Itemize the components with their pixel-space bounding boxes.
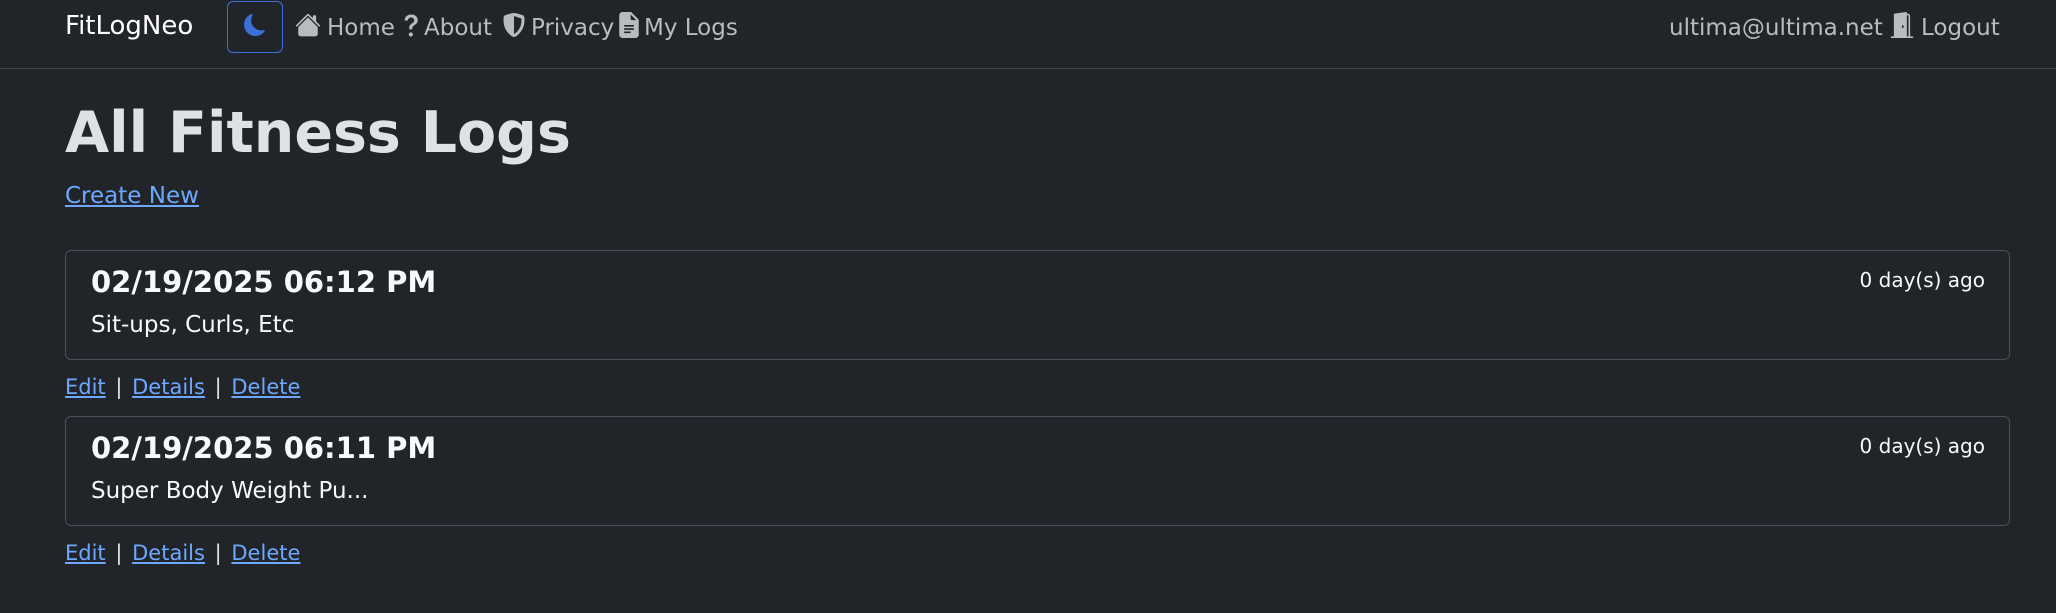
- navbar: FitLogNeo Home About Privacy My Logs ult…: [0, 0, 2056, 69]
- edit-link[interactable]: Edit: [65, 541, 106, 565]
- log-actions: Edit | Details | Delete: [65, 375, 300, 399]
- log-date: 02/19/2025 06:12 PM: [91, 265, 437, 299]
- log-age: 0 day(s) ago: [1859, 268, 1985, 292]
- nav-home-label: Home: [327, 15, 395, 41]
- log-description: Sit-ups, Curls, Etc: [91, 312, 295, 338]
- details-link[interactable]: Details: [132, 375, 205, 399]
- nav-mylogs-link[interactable]: My Logs: [619, 12, 738, 44]
- action-separator: |: [115, 375, 123, 399]
- shield-icon: [502, 12, 526, 44]
- log-age: 0 day(s) ago: [1859, 434, 1985, 458]
- user-email-link[interactable]: ultima@ultima.net: [1669, 12, 1883, 44]
- page-title: All Fitness Logs: [65, 100, 571, 166]
- door-icon: [1888, 12, 1916, 44]
- action-separator: |: [214, 541, 222, 565]
- nav-about-label: About: [424, 15, 493, 41]
- nav-privacy-link[interactable]: Privacy: [502, 12, 614, 44]
- create-new-link[interactable]: Create New: [65, 183, 199, 209]
- delete-link[interactable]: Delete: [231, 541, 300, 565]
- home-icon: [294, 12, 322, 44]
- nav-privacy-label: Privacy: [531, 15, 615, 41]
- brand-link[interactable]: FitLogNeo: [65, 11, 193, 41]
- action-separator: |: [115, 541, 123, 565]
- logout-label: Logout: [1921, 15, 2000, 41]
- theme-toggle-button[interactable]: [227, 1, 283, 53]
- log-actions: Edit | Details | Delete: [65, 541, 300, 565]
- details-link[interactable]: Details: [132, 541, 205, 565]
- edit-link[interactable]: Edit: [65, 375, 106, 399]
- moon-icon: [244, 14, 266, 40]
- question-icon: [403, 12, 419, 44]
- action-separator: |: [214, 375, 222, 399]
- logout-link[interactable]: Logout: [1888, 12, 2000, 44]
- log-description: Super Body Weight Pu...: [91, 478, 369, 504]
- log-date: 02/19/2025 06:11 PM: [91, 431, 437, 465]
- delete-link[interactable]: Delete: [231, 375, 300, 399]
- nav-mylogs-label: My Logs: [644, 15, 738, 41]
- log-card: 02/19/2025 06:11 PM Super Body Weight Pu…: [65, 416, 2010, 526]
- document-icon: [619, 12, 639, 44]
- nav-about-link[interactable]: About: [403, 12, 492, 44]
- log-card: 02/19/2025 06:12 PM Sit-ups, Curls, Etc …: [65, 250, 2010, 360]
- nav-home-link[interactable]: Home: [294, 12, 395, 44]
